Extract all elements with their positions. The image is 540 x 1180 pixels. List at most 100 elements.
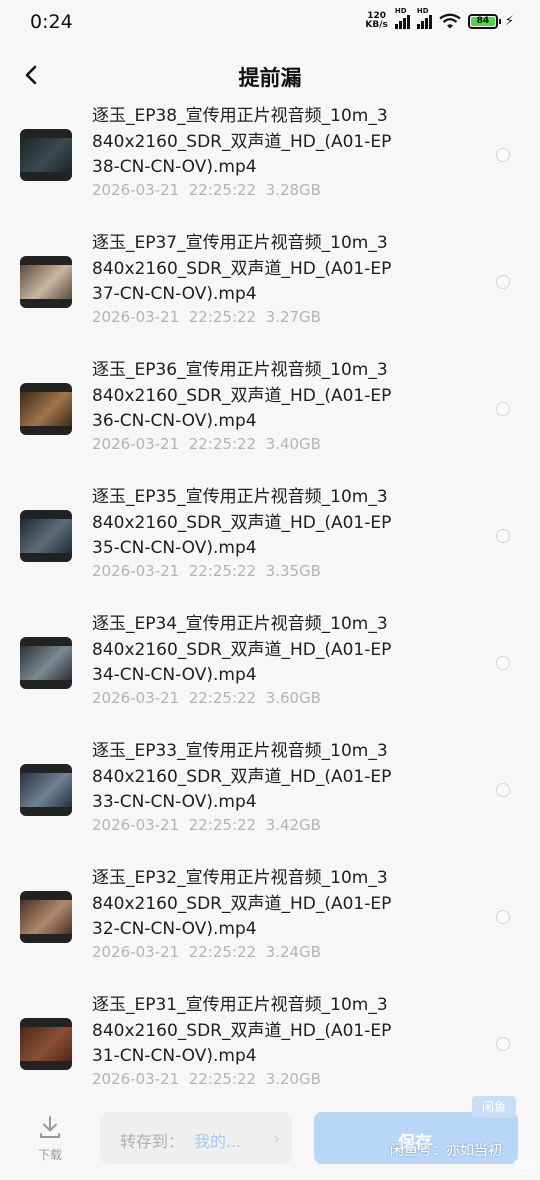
header: 提前漏 [0,50,540,100]
status-icons: 120 KB/s HD HD 84 ⚡ [365,7,514,30]
video-frame [20,138,72,172]
signal-2-icon: HD [416,7,432,29]
file-date: 2026-03-21 [92,308,180,326]
video-thumbnail [20,1018,72,1070]
video-thumbnail [20,256,72,308]
file-time: 22:25:22 [188,308,257,326]
select-radio[interactable] [496,1037,510,1051]
file-item[interactable]: 逐玉_EP37_宣传用正片视音频_10m_3840x2160_SDR_双声道_H… [0,227,540,354]
file-name: 逐玉_EP37_宣传用正片视音频_10m_3840x2160_SDR_双声道_H… [92,233,392,304]
file-meta: 2026-03-21 22:25:22 3.40GB [92,435,321,453]
battery-level: 84 [470,16,495,26]
video-thumbnail [20,383,72,435]
video-frame [20,900,72,934]
file-date: 2026-03-21 [92,1070,180,1088]
file-meta: 2026-03-21 22:25:22 3.27GB [92,308,321,326]
file-date: 2026-03-21 [92,435,180,453]
file-time: 22:25:22 [188,435,257,453]
file-size: 3.24GB [265,943,321,961]
file-name: 逐玉_EP34_宣传用正片视音频_10m_3840x2160_SDR_双声道_H… [92,614,392,685]
signal-1-label: HD [394,7,407,15]
file-time: 22:25:22 [188,1070,257,1088]
file-date: 2026-03-21 [92,181,180,199]
wifi-icon [439,13,461,29]
page-title: 提前漏 [238,66,302,90]
select-radio[interactable] [496,529,510,543]
file-item[interactable]: 逐玉_EP31_宣传用正片视音频_10m_3840x2160_SDR_双声道_H… [0,989,540,1116]
file-item[interactable]: 逐玉_EP32_宣传用正片视音频_10m_3840x2160_SDR_双声道_H… [0,862,540,989]
file-size: 3.42GB [265,816,321,834]
file-time: 22:25:22 [188,181,257,199]
file-item[interactable]: 逐玉_EP33_宣传用正片视音频_10m_3840x2160_SDR_双声道_H… [0,735,540,862]
video-thumbnail [20,637,72,689]
select-radio[interactable] [496,275,510,289]
video-frame [20,265,72,299]
file-time: 22:25:22 [188,943,257,961]
file-date: 2026-03-21 [92,816,180,834]
file-time: 22:25:22 [188,689,257,707]
file-meta: 2026-03-21 22:25:22 3.42GB [92,816,321,834]
file-meta: 2026-03-21 22:25:22 3.28GB [92,181,321,199]
select-radio[interactable] [496,910,510,924]
chevron-right-icon: › [273,1129,280,1148]
net-speed-unit: KB/s [365,20,388,30]
file-size: 3.20GB [265,1070,321,1088]
file-meta: 2026-03-21 22:25:22 3.20GB [92,1070,321,1088]
file-item[interactable]: 逐玉_EP38_宣传用正片视音频_10m_3840x2160_SDR_双声道_H… [0,100,540,227]
status-bar: 0:24 120 KB/s HD HD 84 ⚡ [0,0,540,48]
file-name: 逐玉_EP35_宣传用正片视音频_10m_3840x2160_SDR_双声道_H… [92,487,392,558]
video-frame [20,1027,72,1061]
file-meta: 2026-03-21 22:25:22 3.60GB [92,689,321,707]
video-frame [20,392,72,426]
file-time: 22:25:22 [188,562,257,580]
file-date: 2026-03-21 [92,562,180,580]
status-time: 0:24 [30,11,73,33]
file-time: 22:25:22 [188,816,257,834]
screen: 0:24 120 KB/s HD HD 84 ⚡ 提前漏 逐玉_EP38_宣传用… [0,0,540,1180]
file-meta: 2026-03-21 22:25:22 3.24GB [92,943,321,961]
bottom-bar: 下载 转存到： 我的... › 保存 闲鱼 闲鱼号：亦如当初 闲鱼 [0,1096,540,1180]
download-button[interactable]: 下载 [28,1114,72,1163]
charging-bolt-icon: ⚡ [504,13,514,29]
file-date: 2026-03-21 [92,689,180,707]
signal-1-icon: HD [394,7,410,29]
file-item[interactable]: 逐玉_EP35_宣传用正片视音频_10m_3840x2160_SDR_双声道_H… [0,481,540,608]
watermark-text: 闲鱼号：亦如当初 [390,1143,502,1159]
file-name: 逐玉_EP31_宣传用正片视音频_10m_3840x2160_SDR_双声道_H… [92,995,392,1066]
file-list: 逐玉_EP38_宣传用正片视音频_10m_3840x2160_SDR_双声道_H… [0,100,540,1116]
watermark-badge: 闲鱼 [472,1096,516,1118]
select-radio[interactable] [496,402,510,416]
file-size: 3.35GB [265,562,321,580]
file-size: 3.60GB [265,689,321,707]
file-date: 2026-03-21 [92,943,180,961]
video-frame [20,773,72,807]
video-thumbnail [20,510,72,562]
file-size: 3.40GB [265,435,321,453]
video-thumbnail [20,129,72,181]
file-name: 逐玉_EP32_宣传用正片视音频_10m_3840x2160_SDR_双声道_H… [92,868,392,939]
file-item[interactable]: 逐玉_EP36_宣传用正片视音频_10m_3840x2160_SDR_双声道_H… [0,354,540,481]
transfer-to-selector[interactable]: 转存到： 我的... › [100,1112,292,1164]
select-radio[interactable] [496,783,510,797]
video-frame [20,519,72,553]
video-thumbnail [20,764,72,816]
file-size: 3.28GB [265,181,321,199]
battery-icon: 84 [467,13,501,29]
download-icon [40,1116,60,1138]
net-speed: 120 KB/s [365,12,387,30]
video-thumbnail [20,891,72,943]
file-name: 逐玉_EP38_宣传用正片视音频_10m_3840x2160_SDR_双声道_H… [92,106,392,177]
file-size: 3.27GB [265,308,321,326]
file-item[interactable]: 逐玉_EP34_宣传用正片视音频_10m_3840x2160_SDR_双声道_H… [0,608,540,735]
transfer-destination: 我的... [194,1132,242,1151]
file-name: 逐玉_EP36_宣传用正片视音频_10m_3840x2160_SDR_双声道_H… [92,360,392,431]
transfer-label: 转存到： [120,1132,185,1151]
file-name: 逐玉_EP33_宣传用正片视音频_10m_3840x2160_SDR_双声道_H… [92,741,392,812]
video-frame [20,646,72,680]
select-radio[interactable] [496,656,510,670]
file-meta: 2026-03-21 22:25:22 3.35GB [92,562,321,580]
watermark-corner: 闲鱼 [514,1160,534,1174]
select-radio[interactable] [496,148,510,162]
signal-2-label: HD [416,7,429,15]
download-label: 下载 [37,1148,62,1162]
